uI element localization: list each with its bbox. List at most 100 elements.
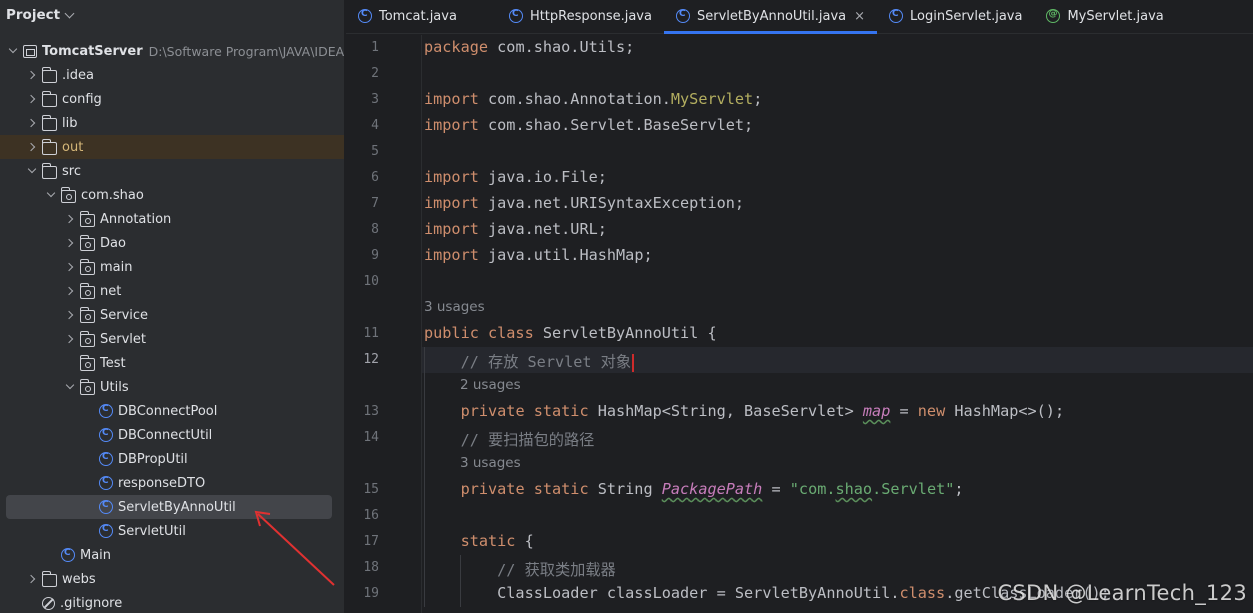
project-path: D:\Software Program\JAVA\IDEA\ bbox=[148, 43, 345, 59]
tree-item[interactable]: responseDTO bbox=[0, 471, 344, 495]
line-number: 3 bbox=[371, 92, 379, 107]
tree-item[interactable]: config bbox=[0, 87, 344, 111]
tree-item-label: .gitignore bbox=[60, 595, 123, 611]
chevron-down-icon[interactable] bbox=[63, 379, 77, 395]
tree-item[interactable]: lib bbox=[0, 111, 344, 135]
tree-item[interactable]: src bbox=[0, 159, 344, 183]
editor-tab-bar: Tomcat.java HttpResponse.java ServletByAnn… bbox=[346, 0, 1253, 34]
tree-item[interactable]: DBConnectUtil bbox=[0, 423, 344, 447]
code-area[interactable]: 1 2 3 4 5 6 7 8 9 10 11 12 13 14 15 16 17 18 19 package co… bbox=[346, 35, 1253, 613]
class-icon bbox=[889, 9, 904, 23]
code-line[interactable]: static { bbox=[424, 532, 534, 550]
code-token: java.io.File; bbox=[488, 168, 607, 186]
editor-tab[interactable]: MyServlet.java bbox=[1034, 0, 1175, 33]
editor-tab[interactable]: HttpResponse.java bbox=[497, 0, 664, 33]
code-editor: Tomcat.java HttpResponse.java ServletByAnn… bbox=[346, 0, 1253, 613]
code-token: MyServlet bbox=[670, 90, 754, 108]
tree-item-label: Utils bbox=[100, 379, 129, 395]
code-token: = bbox=[762, 480, 790, 498]
chevron-right-icon[interactable] bbox=[25, 91, 39, 107]
line-number: 13 bbox=[363, 404, 379, 419]
chevron-down-icon[interactable] bbox=[44, 187, 58, 203]
indent-guide bbox=[460, 555, 461, 607]
project-panel-header[interactable]: Project bbox=[0, 0, 344, 30]
code-line[interactable]: import com.shao.Annotation.MyServlet; bbox=[424, 90, 762, 108]
class-icon bbox=[99, 428, 113, 442]
code-token: import bbox=[424, 168, 489, 186]
code-line[interactable]: private static String PackagePath = "com… bbox=[424, 480, 964, 498]
code-token: // 存放 Servlet 对象 bbox=[460, 353, 632, 371]
code-token: import bbox=[424, 194, 489, 212]
chevron-right-icon[interactable] bbox=[63, 259, 77, 275]
tree-item[interactable]: out bbox=[0, 135, 344, 159]
chevron-right-icon[interactable] bbox=[63, 211, 77, 227]
tree-item[interactable]: ServletUtil bbox=[0, 519, 344, 543]
code-token: com.shao.Utils; bbox=[497, 38, 635, 56]
chevron-right-icon[interactable] bbox=[25, 139, 39, 155]
tree-item[interactable]: webs bbox=[0, 567, 344, 591]
tree-item-label: .idea bbox=[62, 67, 94, 83]
code-line[interactable]: // 存放 Servlet 对象 bbox=[424, 350, 635, 372]
tree-item[interactable]: DBConnectPool bbox=[0, 399, 344, 423]
tree-item[interactable]: Annotation bbox=[0, 207, 344, 231]
line-number: 4 bbox=[371, 118, 379, 133]
tree-item[interactable]: Dao bbox=[0, 231, 344, 255]
tree-item[interactable]: Test bbox=[0, 351, 344, 375]
code-token: // 要扫描包的路径 bbox=[460, 431, 595, 449]
chevron-down-icon[interactable] bbox=[6, 43, 20, 59]
code-line[interactable]: import java.net.URISyntaxException; bbox=[424, 194, 744, 212]
code-line[interactable]: import com.shao.Servlet.BaseServlet; bbox=[424, 116, 753, 134]
chevron-down-icon[interactable] bbox=[64, 8, 75, 18]
code-line[interactable]: import java.util.HashMap; bbox=[424, 246, 653, 264]
chevron-down-icon[interactable] bbox=[25, 163, 39, 179]
code-line[interactable]: private static HashMap<String, BaseServl… bbox=[424, 402, 1065, 420]
chevron-right-icon[interactable] bbox=[25, 571, 39, 587]
text-caret bbox=[632, 353, 635, 372]
tree-item-label: DBPropUtil bbox=[118, 451, 188, 467]
tree-item[interactable]: main bbox=[0, 255, 344, 279]
chevron-right-icon[interactable] bbox=[63, 307, 77, 323]
tree-item[interactable]: TomcatServer D:\Software Program\JAVA\IDE… bbox=[0, 39, 344, 63]
tree-item[interactable]: Main bbox=[0, 543, 344, 567]
code-line[interactable]: import java.net.URL; bbox=[424, 220, 607, 238]
editor-tab[interactable]: Tomcat.java bbox=[346, 0, 497, 33]
usages-hint[interactable]: 3 usages bbox=[460, 455, 521, 471]
tree-item[interactable]: .gitignore bbox=[0, 591, 344, 613]
class-icon bbox=[358, 9, 372, 23]
tree-item[interactable]: net bbox=[0, 279, 344, 303]
tree-item[interactable]: ServletByAnnoUtil bbox=[6, 495, 332, 519]
tab-label: HttpResponse.java bbox=[529, 8, 652, 24]
code-line[interactable]: package com.shao.Utils; bbox=[424, 38, 634, 56]
chevron-right-icon[interactable] bbox=[63, 331, 77, 347]
code-line[interactable]: import java.io.File; bbox=[424, 168, 607, 186]
folder-icon bbox=[41, 162, 57, 179]
close-icon[interactable]: × bbox=[854, 9, 865, 24]
tree-item[interactable]: com.shao bbox=[0, 183, 344, 207]
chevron-right-icon[interactable] bbox=[63, 235, 77, 251]
chevron-right-icon[interactable] bbox=[25, 115, 39, 131]
code-token: HashMap<String, BaseServlet> bbox=[597, 402, 863, 420]
chevron-right-icon[interactable] bbox=[25, 67, 39, 83]
tree-item-label: out bbox=[62, 139, 84, 155]
code-line[interactable]: // 获取类加载器 bbox=[424, 558, 616, 580]
tree-item[interactable]: DBPropUtil bbox=[0, 447, 344, 471]
indent-guide bbox=[424, 347, 425, 607]
code-line[interactable]: // 要扫描包的路径 bbox=[424, 428, 595, 450]
tree-item[interactable]: .idea bbox=[0, 63, 344, 87]
tree-item[interactable]: Servlet bbox=[0, 327, 344, 351]
code-token: ClassLoader classLoader = ServletByAnnoU… bbox=[424, 584, 900, 602]
editor-tab[interactable]: LoginServlet.java bbox=[877, 0, 1034, 33]
chevron-right-icon[interactable] bbox=[63, 283, 77, 299]
usages-hint[interactable]: 2 usages bbox=[460, 377, 521, 393]
code-line[interactable]: public class ServletByAnnoUtil { bbox=[424, 324, 717, 342]
tree-item[interactable]: Utils bbox=[0, 375, 344, 399]
editor-tab[interactable]: ServletByAnnoUtil.java × bbox=[663, 0, 878, 34]
class-icon bbox=[99, 452, 113, 466]
tree-item[interactable]: Service bbox=[0, 303, 344, 327]
tab-label: MyServlet.java bbox=[1067, 8, 1164, 24]
usages-hint[interactable]: 3 usages bbox=[424, 299, 485, 315]
class-icon bbox=[99, 476, 113, 490]
